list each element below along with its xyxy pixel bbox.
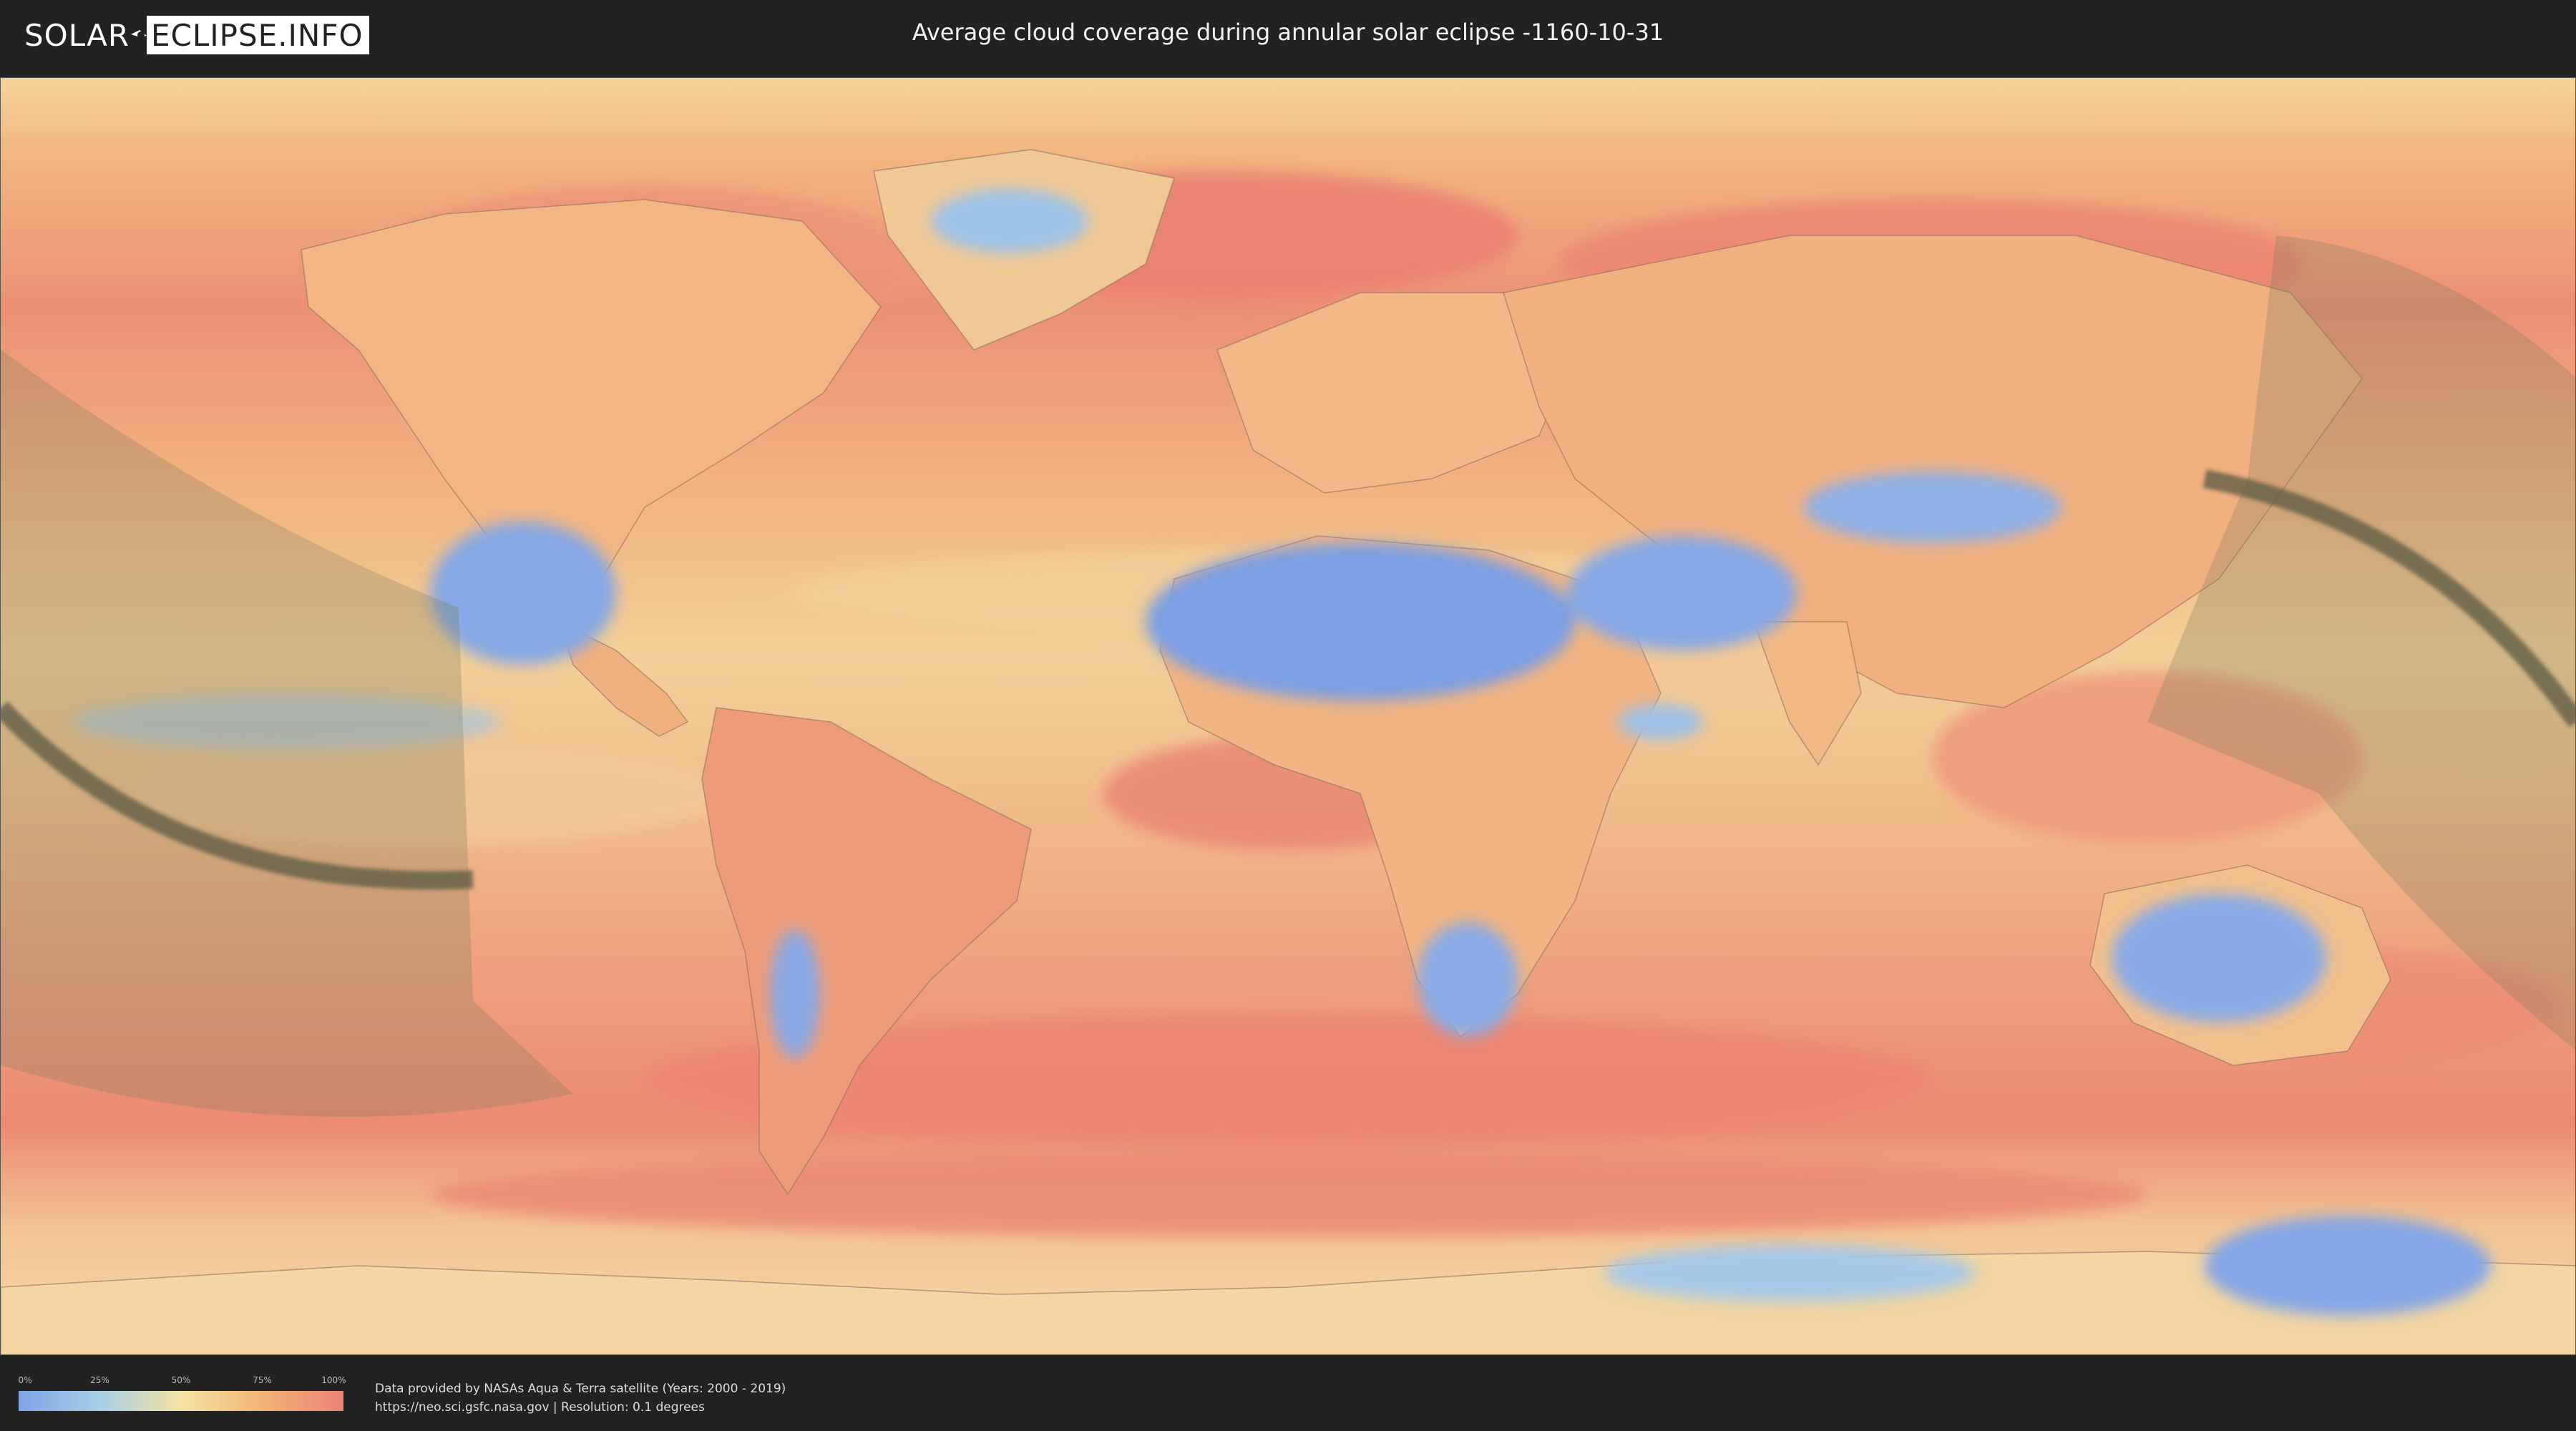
legend-color-bar [19, 1391, 343, 1411]
data-credits: Data provided by NASAs Aqua & Terra sate… [375, 1379, 786, 1417]
legend-tick-100: 100% [321, 1375, 346, 1385]
map-canvas [1, 78, 2575, 1354]
credit-line-2[interactable]: https://neo.sci.gsfc.nasa.gov | Resoluti… [375, 1398, 786, 1417]
cloud-coverage-legend: 0% 25% 50% 75% 100% [18, 1375, 346, 1414]
footer-bar: 0% 25% 50% 75% 100% Data provided by NAS… [0, 1359, 2576, 1431]
legend-tick-50: 50% [171, 1375, 191, 1385]
header-bar: SOLAR ECLIPSE.INFO Average cloud coverag… [0, 0, 2576, 72]
legend-tick-25: 25% [90, 1375, 109, 1385]
legend-ticks: 0% 25% 50% 75% 100% [18, 1375, 346, 1388]
legend-tick-0: 0% [18, 1375, 32, 1385]
legend-tick-75: 75% [253, 1375, 272, 1385]
cloud-coverage-map[interactable] [0, 77, 2576, 1355]
page-title: Average cloud coverage during annular so… [912, 19, 1664, 46]
credit-line-1: Data provided by NASAs Aqua & Terra sate… [375, 1382, 786, 1396]
